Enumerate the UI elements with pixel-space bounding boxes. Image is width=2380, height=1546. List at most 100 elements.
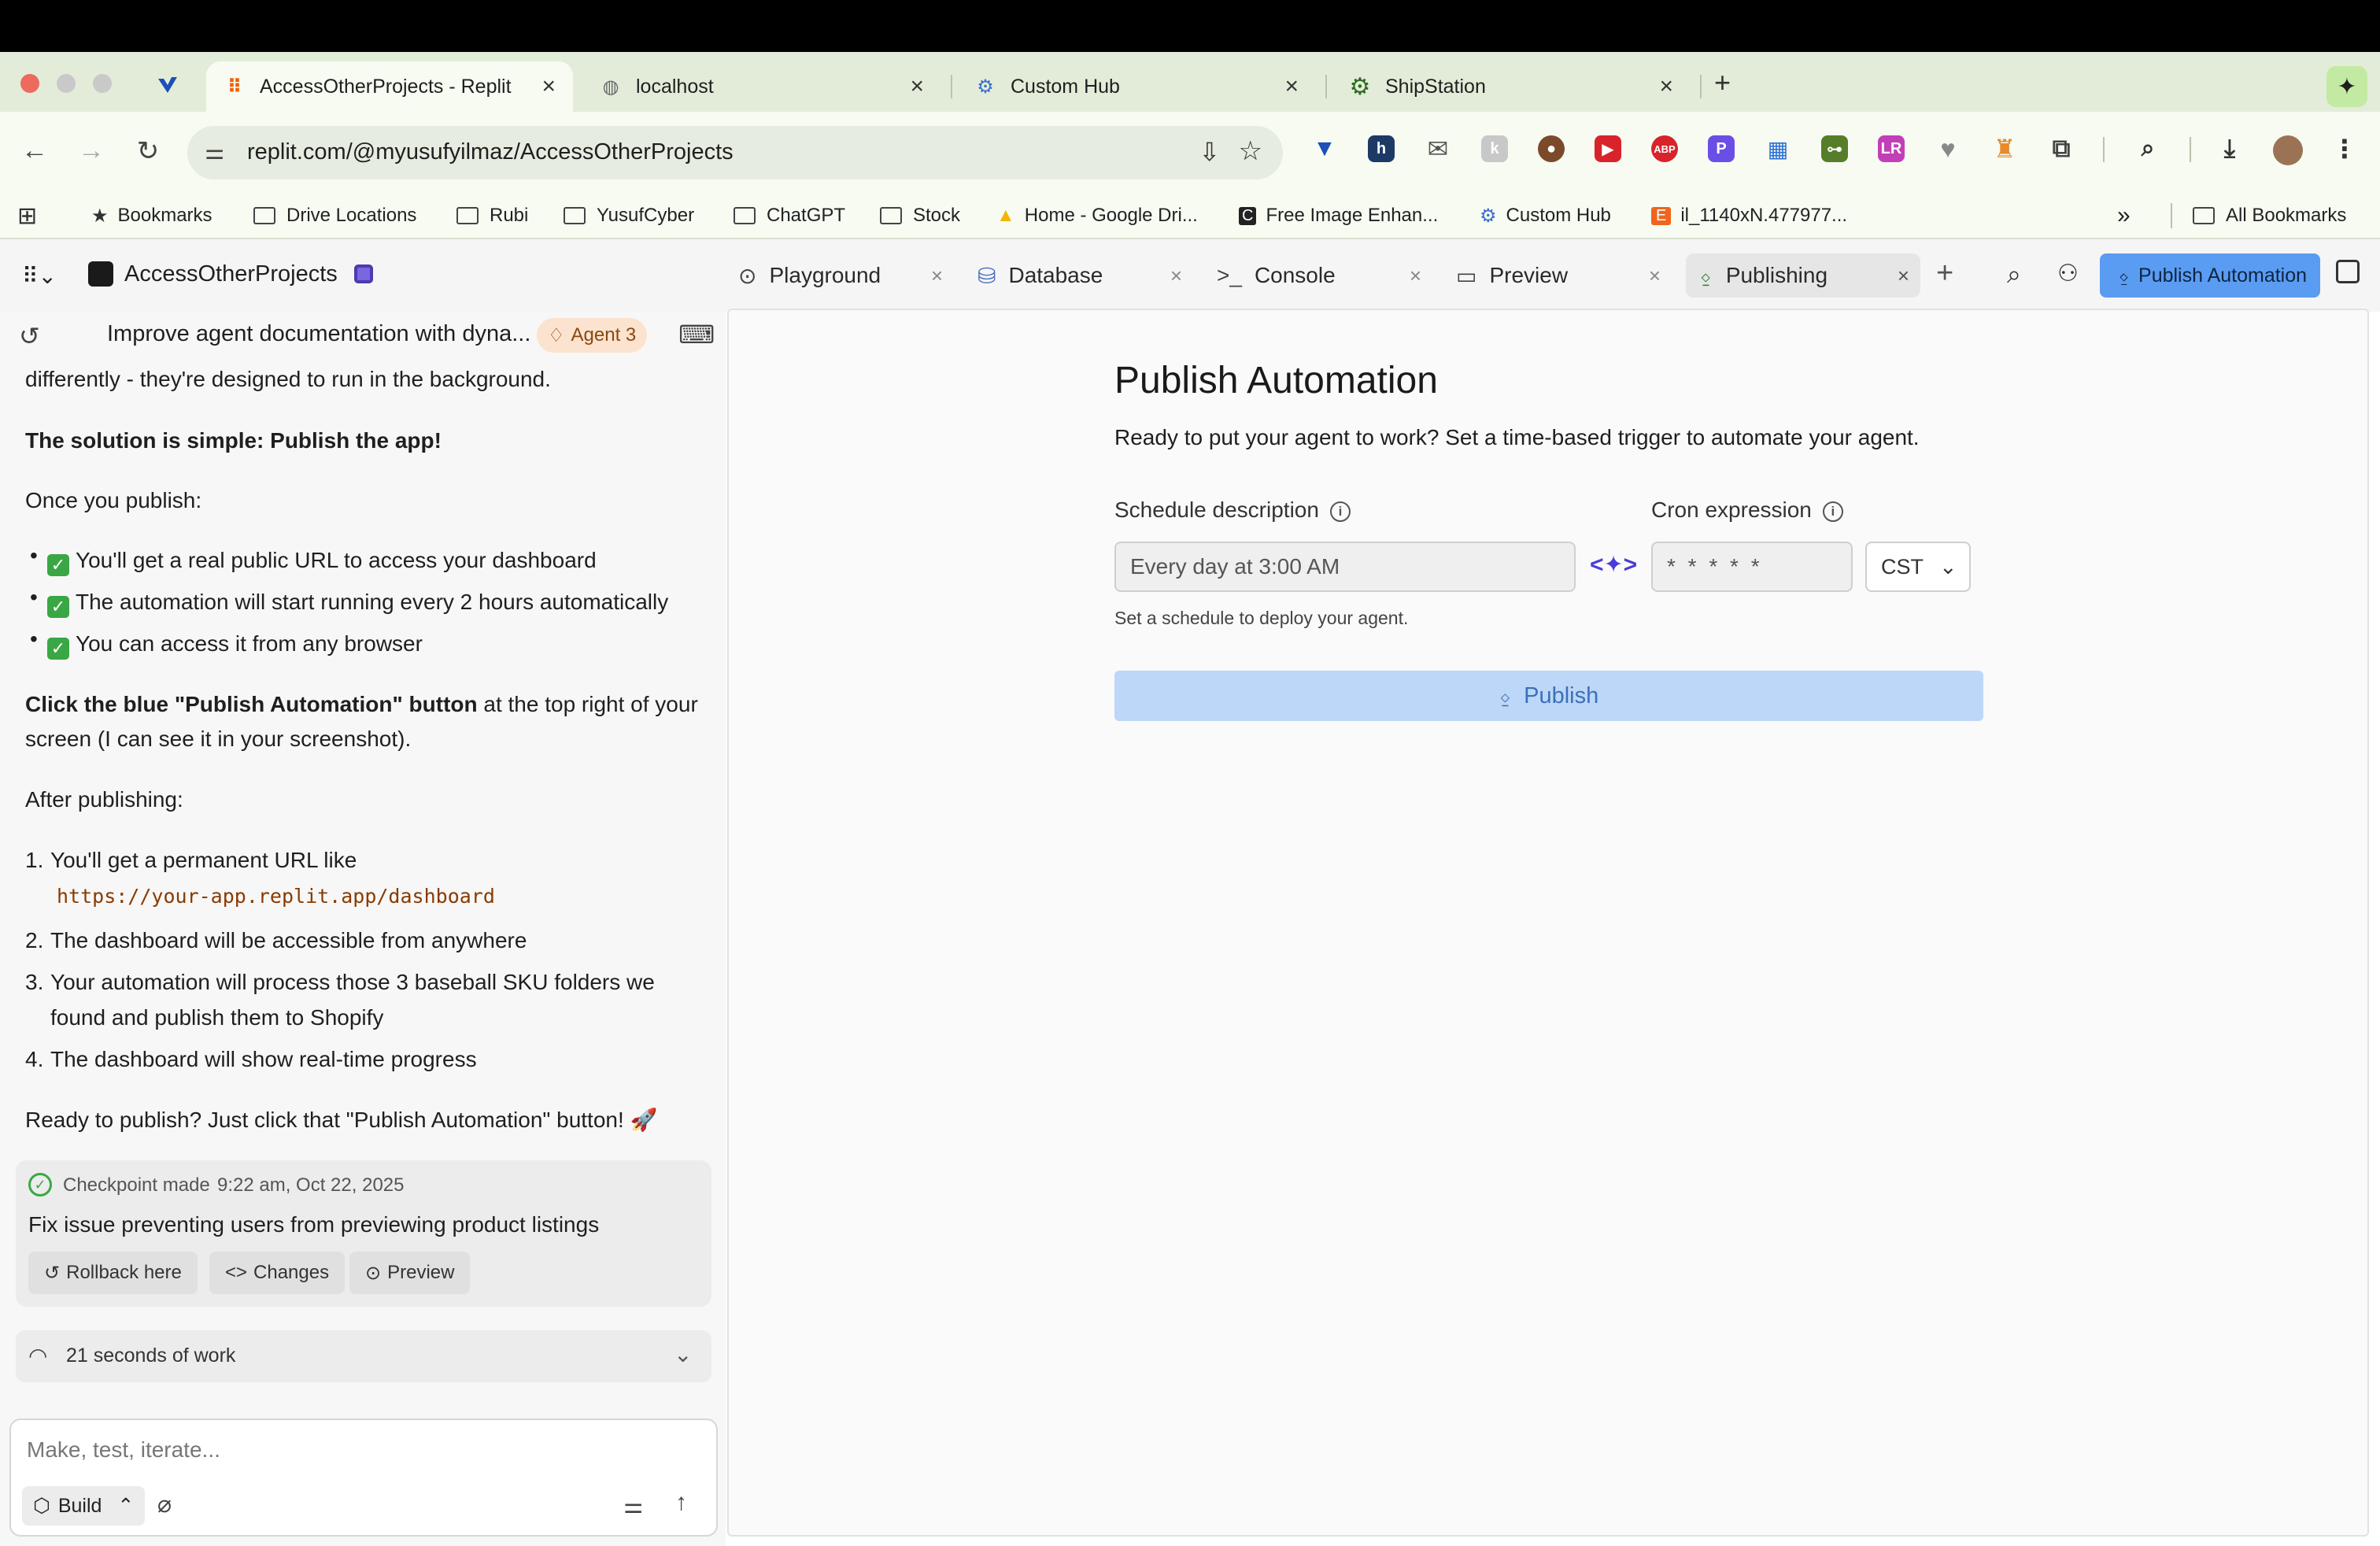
more-bookmarks-chevron-icon[interactable]: » <box>2117 202 2131 230</box>
address-bar[interactable]: ⚌ replit.com/@myusufyilmaz/AccessOtherPr… <box>187 126 1283 179</box>
cron-expression-input[interactable]: * * * * * <box>1651 542 1853 592</box>
thread-title[interactable]: Improve agent documentation with dyna... <box>107 321 532 347</box>
profile-avatar[interactable] <box>2273 135 2303 165</box>
tab-localhost[interactable]: ◍ localhost × <box>582 61 941 112</box>
bookmark-custom-hub[interactable]: ⚙ Custom Hub <box>1480 202 1611 230</box>
bullet-dot: • <box>30 543 38 568</box>
info-icon[interactable]: i <box>1329 501 1351 522</box>
search-icon[interactable]: ⌕ <box>2007 260 2021 290</box>
project-name[interactable]: AccessOtherProjects <box>124 261 338 287</box>
k-extension-icon[interactable]: k <box>1481 135 1508 162</box>
h-extension-icon[interactable]: h <box>1368 135 1395 162</box>
reload-icon[interactable]: ↻ <box>131 135 165 167</box>
tab-console[interactable]: >_ Console × <box>1203 253 1432 298</box>
send-arrow-icon[interactable]: ↑ <box>675 1489 687 1516</box>
tab-playground[interactable]: ⊙ Playground × <box>724 253 954 298</box>
bookmark-chatgpt[interactable]: ChatGPT <box>734 202 845 230</box>
back-arrow-icon[interactable]: ← <box>17 135 52 166</box>
mail-extension-icon[interactable]: ✉ <box>1425 135 1451 163</box>
chart-extension-icon[interactable]: ▦ <box>1765 135 1791 162</box>
close-tab-icon[interactable]: × <box>1170 264 1182 288</box>
bookmark-free-image[interactable]: C Free Image Enhan... <box>1239 202 1438 230</box>
vimeo-tab-icon[interactable] <box>156 72 179 96</box>
new-tab-button[interactable]: + <box>1714 66 1731 99</box>
cron-label: Cron expression i <box>1651 497 1843 523</box>
close-tab-icon[interactable]: × <box>541 73 556 100</box>
close-tab-icon[interactable]: × <box>931 264 943 288</box>
message-text: After publishing: <box>25 787 183 812</box>
bookmark-star-icon[interactable]: ☆ <box>1239 135 1262 167</box>
tab-preview[interactable]: ▭ Preview × <box>1442 253 1672 298</box>
bookmark-rubi[interactable]: Rubi <box>456 202 528 230</box>
gemini-sparkle-icon[interactable]: ✦ <box>2326 66 2367 107</box>
install-app-icon[interactable]: ⇩ <box>1199 137 1220 167</box>
close-tab-icon[interactable]: × <box>1649 264 1661 288</box>
tab-publishing[interactable]: ⍚ Publishing × <box>1686 253 1920 298</box>
publish-button[interactable]: ⍚ Publish <box>1114 671 1983 721</box>
add-tab-icon[interactable]: + <box>1936 257 1953 290</box>
publish-automation-button[interactable]: ⍚ Publish Automation <box>2100 253 2320 298</box>
vimeo-extension-icon[interactable]: ▼ <box>1311 135 1338 162</box>
bookmark-google-drive[interactable]: ▲ Home - Google Dri... <box>996 202 1198 230</box>
heart-extension-icon[interactable]: ♥ <box>1935 135 1961 163</box>
downloads-icon[interactable]: ⤓ <box>2216 134 2243 162</box>
toolbar-divider <box>2190 137 2191 162</box>
preview-button[interactable]: ⊙ Preview <box>349 1252 471 1294</box>
toolbar-divider <box>2103 137 2105 162</box>
bookmark-stock[interactable]: Stock <box>880 202 960 230</box>
history-icon[interactable]: ↺ <box>19 321 40 351</box>
close-tab-icon[interactable]: × <box>1659 73 1673 100</box>
rollback-label: Rollback here <box>66 1262 182 1283</box>
tab-separator <box>951 75 952 98</box>
tab-title: Custom Hub <box>1011 75 1120 98</box>
tab-database[interactable]: ⛁ Database × <box>963 253 1193 298</box>
zoom-window-button[interactable] <box>93 74 112 93</box>
puzzle-extensions-icon[interactable]: ⧉ <box>2048 134 2075 162</box>
page-subtitle: Ready to put your agent to work? Set a t… <box>1114 425 1920 449</box>
chevron-down-icon[interactable]: ⌄ <box>674 1341 692 1367</box>
apps-grid-icon[interactable]: ⊞ <box>17 202 46 230</box>
forward-arrow-icon[interactable]: → <box>74 135 109 166</box>
new-chat-icon[interactable]: ⌨ <box>678 320 715 350</box>
p-extension-icon[interactable]: P <box>1708 135 1735 162</box>
info-icon[interactable]: i <box>1822 501 1843 522</box>
lr-extension-icon[interactable]: LR <box>1878 135 1905 162</box>
changes-button[interactable]: <> Changes <box>209 1252 346 1294</box>
replit-menu-icon[interactable]: ⠿⌄ <box>22 263 57 289</box>
close-tab-icon[interactable]: × <box>1410 264 1421 288</box>
tab-shipstation[interactable]: ⚙ ShipStation × <box>1332 61 1691 112</box>
bookmark-drive-locations[interactable]: Drive Locations <box>253 202 416 230</box>
bookmark-bookmarks[interactable]: ★ Bookmarks <box>91 202 213 230</box>
cookie-extension-icon[interactable]: ● <box>1538 135 1565 162</box>
record-extension-icon[interactable]: ▶ <box>1595 135 1621 162</box>
tab-accessotherprojects[interactable]: ⠿ AccessOtherProjects - Replit × <box>206 61 573 112</box>
settings-sliders-icon[interactable]: ⚌ <box>623 1492 643 1518</box>
chat-input[interactable]: Make, test, iterate... <box>27 1437 220 1463</box>
toggle-panel-icon[interactable] <box>2336 260 2360 283</box>
close-tab-icon[interactable]: × <box>1284 73 1299 100</box>
invite-user-icon[interactable]: ⚇ <box>2057 260 2079 287</box>
minimize-window-button[interactable] <box>57 74 76 93</box>
site-settings-icon[interactable]: ⚌ <box>205 139 224 165</box>
timezone-select[interactable]: CST ⌄ <box>1865 542 1971 592</box>
tab-label: Console <box>1254 263 1336 287</box>
bookmark-all-bookmarks[interactable]: All Bookmarks <box>2193 202 2346 230</box>
bookmark-label: Bookmarks <box>117 205 213 226</box>
tab-custom-hub[interactable]: ⚙ Custom Hub × <box>957 61 1316 112</box>
url-text[interactable]: replit.com/@myusufyilmaz/AccessOtherProj… <box>247 139 734 165</box>
step-number: 4. <box>25 1047 44 1071</box>
tab-search-icon[interactable]: ⌕ <box>2134 135 2161 162</box>
bookmark-yusufcyber[interactable]: YusufCyber <box>564 202 694 230</box>
rollback-button[interactable]: ↺ Rollback here <box>28 1252 198 1294</box>
close-tab-icon[interactable]: × <box>1898 264 1909 288</box>
bookmark-etsy-image[interactable]: Eil_1140xN.477977... <box>1651 202 1847 230</box>
close-window-button[interactable] <box>20 74 39 93</box>
browser-menu-icon[interactable]: ⋮ <box>2331 135 2358 163</box>
close-tab-icon[interactable]: × <box>910 73 924 100</box>
adblock-extension-icon[interactable]: ABP <box>1651 135 1678 162</box>
build-mode-selector[interactable]: ⬡ Build ⌃ <box>22 1486 146 1526</box>
attach-paperclip-icon[interactable]: ⌀ <box>157 1491 172 1518</box>
schedule-description-input[interactable]: Every day at 3:00 AM <box>1114 542 1576 592</box>
glasses-extension-icon[interactable]: ⊶ <box>1821 135 1848 162</box>
figure-extension-icon[interactable]: ♜ <box>1991 135 2018 163</box>
